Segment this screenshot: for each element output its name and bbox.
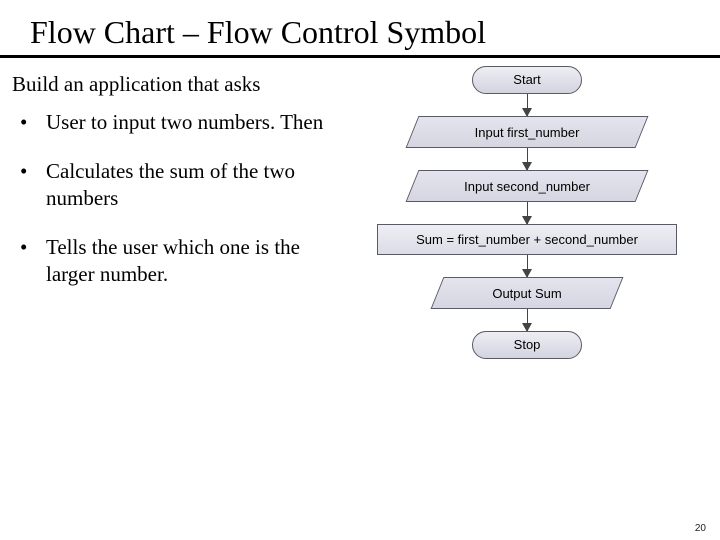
flow-input-second: Input second_number [412,170,642,202]
flow-start-terminator: Start [472,66,582,94]
flowchart-column: Start Input first_number Input second_nu… [346,66,708,359]
prompt-text: Build an application that asks [12,72,340,97]
flow-label: Input first_number [412,116,642,148]
content-area: Build an application that asks User to i… [0,58,720,359]
bullet-list: User to input two numbers. Then Calculat… [12,109,340,287]
description-column: Build an application that asks User to i… [12,66,346,359]
flow-process-sum: Sum = first_number + second_number [377,224,677,255]
list-item: Calculates the sum of the two numbers [12,158,340,212]
flow-stop-terminator: Stop [472,331,582,359]
flow-arrow-icon [527,94,528,116]
page-number: 20 [695,523,706,534]
flow-output-sum: Output Sum [437,277,617,309]
page-title: Flow Chart – Flow Control Symbol [0,0,720,55]
flow-label: Input second_number [412,170,642,202]
flow-arrow-icon [527,202,528,224]
list-item: User to input two numbers. Then [12,109,340,136]
flow-label: Output Sum [437,277,617,309]
flow-input-first: Input first_number [412,116,642,148]
list-item: Tells the user which one is the larger n… [12,234,340,288]
flow-arrow-icon [527,148,528,170]
flow-arrow-icon [527,309,528,331]
flow-arrow-icon [527,255,528,277]
